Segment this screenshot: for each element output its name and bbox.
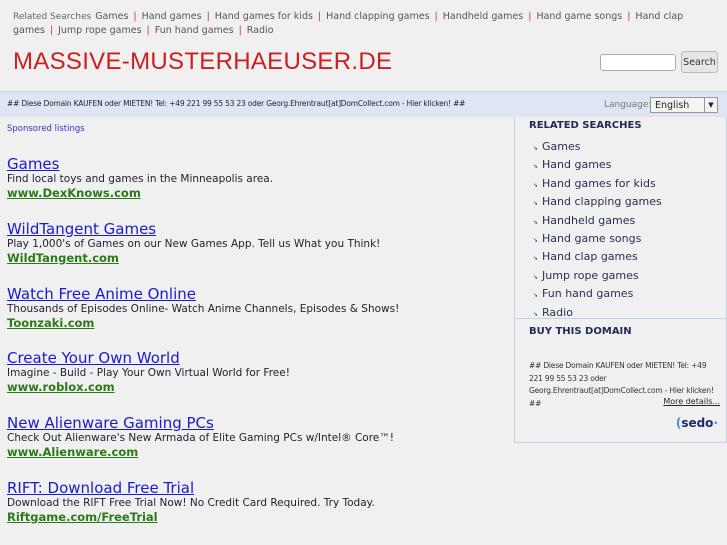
- separator: |: [238, 25, 242, 36]
- site-title: MASSIVE-MUSTERHAEUSER.DE: [13, 48, 393, 75]
- related-search-item[interactable]: ➘ Jump rope games: [533, 268, 726, 286]
- related-search-item[interactable]: ➘ Hand clapping games: [533, 194, 726, 212]
- separator: |: [133, 11, 137, 22]
- ad-description: Thousands of Episodes Online- Watch Anim…: [7, 302, 400, 315]
- language-label: Language:: [604, 100, 652, 110]
- top-link[interactable]: Handheld games: [443, 11, 523, 22]
- top-link[interactable]: Jump rope games: [58, 25, 141, 36]
- separator: |: [528, 11, 532, 22]
- buy-domain-heading: BUY THIS DOMAIN: [529, 326, 632, 337]
- separator: |: [317, 11, 322, 22]
- bullet-arrow-icon: ➘: [533, 145, 539, 152]
- separator: |: [206, 11, 210, 22]
- ad-title-link[interactable]: Games: [7, 155, 507, 173]
- chevron-down-icon: ▼: [704, 98, 717, 112]
- top-link[interactable]: Hand games: [142, 11, 202, 22]
- ad-title-link[interactable]: RIFT: Download Free Trial: [7, 479, 507, 497]
- language-select[interactable]: English ▼: [650, 97, 718, 113]
- top-link[interactable]: Games: [95, 11, 128, 22]
- bullet-arrow-icon: ➘: [533, 255, 539, 263]
- related-search-item[interactable]: ➘ Fun hand games: [533, 286, 726, 304]
- domain-banner: ## Diese Domain KAUFEN oder MIETEN! Tel:…: [0, 91, 727, 117]
- bullet-arrow-icon: ➘: [533, 292, 539, 300]
- related-search-item[interactable]: ➘ Handheld games: [533, 213, 726, 231]
- related-searches-label: Related Searches: [13, 12, 92, 22]
- related-search-item[interactable]: ➘ Hand clap games: [533, 249, 726, 267]
- related-search-label: Radio: [542, 305, 573, 319]
- bullet-arrow-icon: ➘: [533, 273, 539, 281]
- related-search-item[interactable]: ➘ Hand game songs: [533, 231, 726, 249]
- related-search-label: Games: [542, 140, 581, 153]
- bullet-arrow-icon: ➘: [533, 163, 539, 171]
- ad-url-link[interactable]: www.DexKnows.com: [7, 186, 507, 200]
- related-search-item[interactable]: ➘ Games: [533, 139, 726, 157]
- buy-domain-panel: BUY THIS DOMAIN ## Diese Domain KAUFEN o…: [515, 318, 726, 430]
- related-searches-heading: RELATED SEARCHES: [529, 120, 642, 131]
- ad-title-link[interactable]: Watch Free Anime Online: [7, 285, 507, 303]
- related-search-label: Handheld games: [542, 213, 636, 227]
- related-search-label: Hand clapping games: [542, 195, 662, 209]
- top-related-searches: Related Searches Games | Hand games | Hand ga…: [13, 10, 718, 38]
- related-search-label: Hand games for kids: [542, 176, 656, 190]
- ad-url-link[interactable]: www.roblox.com: [7, 380, 507, 394]
- sedo-logo[interactable]: (sedo·: [676, 416, 718, 430]
- related-search-label: Hand game songs: [542, 232, 642, 246]
- bullet-arrow-icon: ➘: [533, 181, 539, 189]
- ad-description: Imagine - Build - Play Your Own Virtual …: [7, 367, 290, 380]
- ad-url-link[interactable]: Toonzaki.com: [7, 316, 507, 330]
- ad-title-link[interactable]: WildTangent Games: [7, 220, 507, 238]
- separator: |: [434, 11, 438, 22]
- ad-listing: New Alienware Gaming PCs Check Out Alienw…: [7, 414, 507, 459]
- ad-listing: Create Your Own World Imagine - Build - P…: [7, 349, 507, 394]
- bullet-arrow-icon: ➘: [533, 237, 539, 245]
- sidebar: RELATED SEARCHES ➘ Games ➘ Hand games ➘ Hand …: [514, 117, 727, 443]
- ad-url-link[interactable]: Riftgame.com/FreeTrial: [7, 510, 507, 524]
- related-search-label: Hand games: [542, 158, 612, 172]
- language-value: English: [655, 100, 690, 111]
- top-link[interactable]: Fun hand games: [155, 25, 234, 36]
- ad-listing: WildTangent Games Play 1,000's of Games o…: [7, 220, 507, 265]
- sponsored-label: Sponsored listings: [7, 124, 85, 134]
- ad-listing: RIFT: Download Free Trial Download the RI…: [7, 479, 507, 524]
- ad-listing: Games Find local toys and games in the Mi…: [7, 155, 507, 200]
- ad-url-link[interactable]: WildTangent.com: [7, 251, 507, 265]
- separator: |: [146, 25, 150, 36]
- ad-description: Check Out Alienware's New Armada of Elit…: [7, 432, 394, 445]
- top-link[interactable]: Hand game songs: [536, 11, 622, 22]
- ad-listing: Watch Free Anime Online Thousands of Epis…: [7, 285, 507, 330]
- ad-description: Download the RIFT Free Trial Now! No Cre…: [7, 497, 375, 509]
- ad-url-link[interactable]: www.Alienware.com: [7, 445, 507, 459]
- related-search-item[interactable]: ➘ Hand games for kids: [533, 176, 726, 194]
- separator: |: [49, 25, 54, 36]
- search-button[interactable]: Search: [681, 51, 718, 73]
- search-input[interactable]: [600, 54, 676, 71]
- top-link[interactable]: Hand games for kids: [215, 11, 313, 22]
- related-search-item[interactable]: ➘ Hand games: [533, 157, 726, 175]
- related-search-label: Jump rope games: [542, 268, 639, 282]
- related-search-label: Fun hand games: [542, 287, 634, 301]
- bullet-arrow-icon: ➘: [533, 218, 539, 226]
- ad-description: Find local toys and games in the Minneap…: [7, 173, 274, 185]
- more-details-link[interactable]: More details...: [663, 397, 720, 406]
- top-link[interactable]: Radio: [247, 25, 274, 36]
- top-link[interactable]: Hand clapping games: [326, 11, 429, 22]
- separator: |: [627, 11, 631, 22]
- bullet-arrow-icon: ➘: [533, 200, 539, 208]
- ad-title-link[interactable]: Create Your Own World: [7, 349, 507, 367]
- bullet-arrow-icon: ➘: [533, 310, 539, 318]
- ad-title-link[interactable]: New Alienware Gaming PCs: [7, 414, 507, 432]
- domain-sale-link[interactable]: ## Diese Domain KAUFEN oder MIETEN! Tel:…: [7, 99, 465, 108]
- related-search-label: Hand clap games: [542, 250, 638, 264]
- ad-description: Play 1,000's of Games on our New Games A…: [7, 237, 381, 250]
